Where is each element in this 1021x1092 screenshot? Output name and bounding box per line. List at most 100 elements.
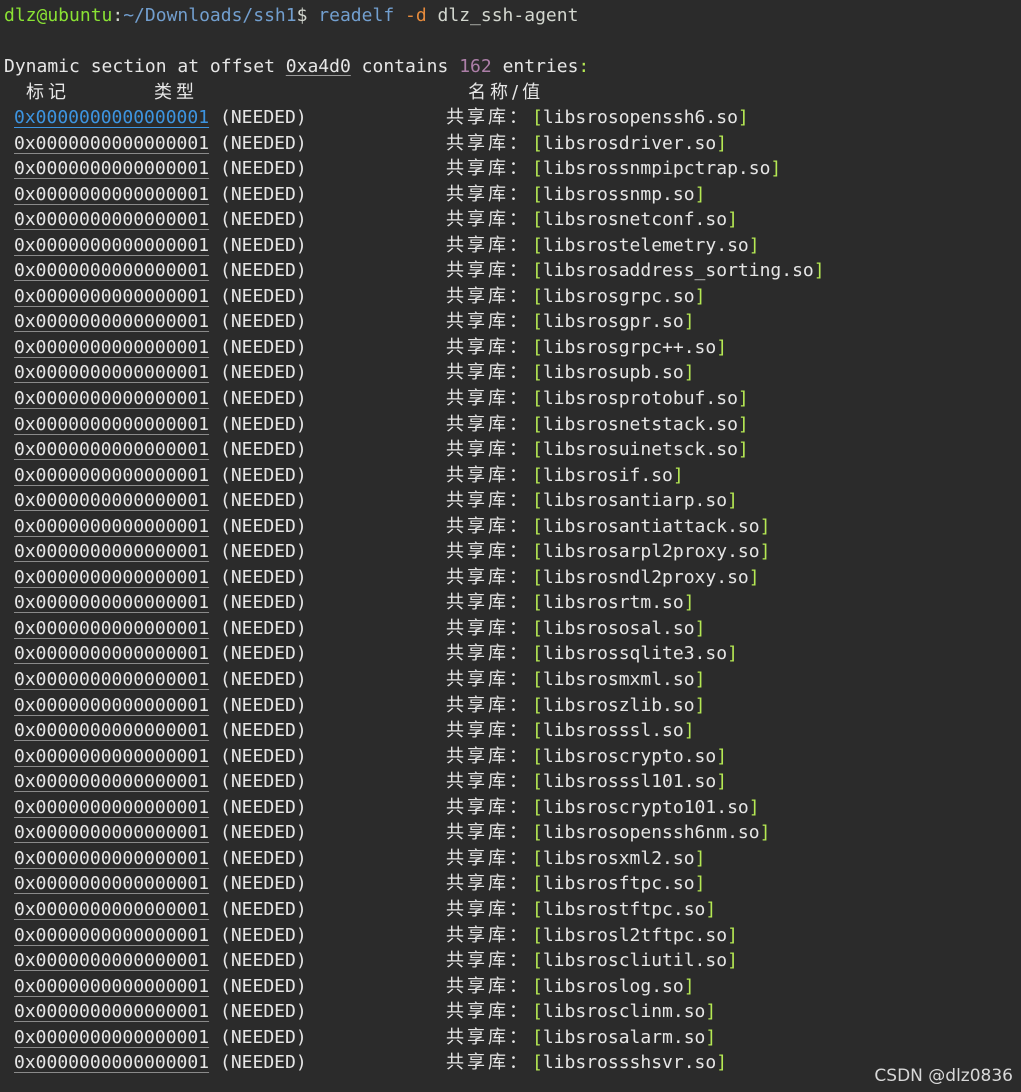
entry-tag-link[interactable]: 0x0000000000000001 bbox=[14, 360, 209, 385]
entry-tag-link[interactable]: 0x0000000000000001 bbox=[14, 1025, 209, 1050]
table-row: 0x0000000000000001 (NEEDED) 共享库： [libsrosif… bbox=[0, 463, 1021, 489]
entry-tag-link[interactable]: 0x0000000000000001 bbox=[14, 539, 209, 564]
entry-type: (NEEDED) bbox=[220, 924, 307, 946]
entry-tag-link[interactable]: 0x0000000000000001 bbox=[14, 667, 209, 692]
library-name: libsroscrypto.so bbox=[542, 745, 717, 767]
entry-value: [libsrosaddress_sorting.so] bbox=[532, 258, 825, 283]
library-name: libsrosuinetsck.so bbox=[542, 439, 738, 461]
bracket-open: [ bbox=[532, 388, 543, 410]
bracket-close: ] bbox=[683, 362, 695, 384]
library-name: libsrosxml2.so bbox=[542, 847, 695, 869]
entry-tag-link[interactable]: 0x0000000000000001 bbox=[14, 182, 209, 207]
library-name: libsrosprotobuf.so bbox=[542, 388, 738, 410]
entry-label: 共享库： bbox=[446, 745, 530, 767]
entry-type: (NEEDED) bbox=[220, 515, 307, 537]
entry-value: [libsrostftpc.so] bbox=[532, 897, 716, 922]
table-row: 0x0000000000000001 (NEEDED) 共享库： [libsrosup… bbox=[0, 360, 1021, 386]
entry-tag-link[interactable]: 0x0000000000000001 bbox=[14, 999, 209, 1024]
entry-type: (NEEDED) bbox=[220, 643, 307, 665]
entry-tag-link[interactable]: 0x0000000000000001 bbox=[14, 1050, 209, 1075]
entry-value: [libsrosopenssh6nm.so] bbox=[532, 820, 770, 845]
entry-tag-link[interactable]: 0x0000000000000001 bbox=[14, 846, 209, 871]
bracket-close: ] bbox=[694, 617, 706, 639]
bracket-open: [ bbox=[532, 158, 543, 180]
entry-tag-link[interactable]: 0x0000000000000001 bbox=[14, 207, 209, 232]
entry-tag-link[interactable]: 0x0000000000000001 bbox=[14, 565, 209, 590]
table-row: 0x0000000000000001 (NEEDED) 共享库： [libsrosxm… bbox=[0, 846, 1021, 872]
bracket-close: ] bbox=[748, 234, 760, 256]
entry-tag-link[interactable]: 0x0000000000000001 bbox=[14, 258, 209, 283]
bracket-open: [ bbox=[532, 464, 543, 486]
library-name: libsroscliutil.so bbox=[542, 950, 728, 972]
library-name: libsroslog.so bbox=[542, 975, 684, 997]
table-row: 0x0000000000000001 (NEEDED) 共享库： [libsrosdr… bbox=[0, 131, 1021, 157]
bracket-close: ] bbox=[737, 107, 749, 128]
bracket-close: ] bbox=[694, 285, 706, 307]
table-row: 0x0000000000000001 (NEEDED) 共享库： [libsrosnd… bbox=[0, 565, 1021, 591]
entry-tag-link[interactable]: 0x0000000000000001 bbox=[14, 233, 209, 258]
entry-tag-link[interactable]: 0x0000000000000001 bbox=[14, 488, 209, 513]
entry-tag-link[interactable]: 0x0000000000000001 bbox=[14, 437, 209, 462]
entry-type: (NEEDED) bbox=[220, 975, 307, 997]
terminal-window[interactable]: dlz@ubuntu:~/Downloads/ssh1$ readelf -d … bbox=[0, 0, 1021, 1092]
library-name: libsrossshsvr.so bbox=[542, 1052, 717, 1074]
library-name: libsrosndl2proxy.so bbox=[542, 566, 749, 588]
entry-tag-link[interactable]: 0x0000000000000001 bbox=[14, 156, 209, 181]
entry-tag-link[interactable]: 0x0000000000000001 bbox=[14, 590, 209, 615]
entry-tag-link[interactable]: 0x0000000000000001 bbox=[14, 309, 209, 334]
entry-tag-link[interactable]: 0x0000000000000001 bbox=[14, 871, 209, 896]
entry-type: (NEEDED) bbox=[220, 311, 307, 333]
library-name: libsrossqlite3.so bbox=[542, 643, 728, 665]
entry-tag-link[interactable]: 0x0000000000000001 bbox=[14, 105, 209, 130]
entry-tag-link[interactable]: 0x0000000000000001 bbox=[14, 463, 209, 488]
entry-tag-link[interactable]: 0x0000000000000001 bbox=[14, 948, 209, 973]
column-header-tag: 标记 bbox=[26, 82, 70, 103]
table-row: 0x0000000000000001 (NEEDED) 共享库： [libsroscr… bbox=[0, 795, 1021, 821]
table-row: 0x0000000000000001 (NEEDED) 共享库： [libsrosss… bbox=[0, 1050, 1021, 1076]
entry-type: (NEEDED) bbox=[220, 413, 307, 435]
entry-tag-link[interactable]: 0x0000000000000001 bbox=[14, 616, 209, 641]
entry-tag-link[interactable]: 0x0000000000000001 bbox=[14, 923, 209, 948]
table-row: 0x0000000000000001 (NEEDED) 共享库： [libsrosop… bbox=[0, 105, 1021, 131]
entry-type: (NEEDED) bbox=[220, 183, 307, 205]
table-row: 0x0000000000000001 (NEEDED) 共享库： [libsrossn… bbox=[0, 156, 1021, 182]
entry-tag-link[interactable]: 0x0000000000000001 bbox=[14, 335, 209, 360]
bracket-close: ] bbox=[813, 260, 825, 282]
entry-tag-link[interactable]: 0x0000000000000001 bbox=[14, 412, 209, 437]
bracket-open: [ bbox=[532, 1026, 543, 1048]
entry-tag-link[interactable]: 0x0000000000000001 bbox=[14, 131, 209, 156]
entry-tag-link[interactable]: 0x0000000000000001 bbox=[14, 718, 209, 743]
entry-type: (NEEDED) bbox=[220, 439, 307, 461]
entry-tag-link[interactable]: 0x0000000000000001 bbox=[14, 693, 209, 718]
entry-tag-link[interactable]: 0x0000000000000001 bbox=[14, 514, 209, 539]
entry-label: 共享库： bbox=[446, 490, 530, 512]
table-row: 0x0000000000000001 (NEEDED) 共享库： [libsrosgr… bbox=[0, 335, 1021, 361]
entry-tag-link[interactable]: 0x0000000000000001 bbox=[14, 820, 209, 845]
entry-tag-link[interactable]: 0x0000000000000001 bbox=[14, 769, 209, 794]
bracket-open: [ bbox=[532, 490, 543, 512]
summary-offset[interactable]: 0xa4d0 bbox=[286, 56, 351, 77]
entry-value: [libsrossshsvr.so] bbox=[532, 1050, 727, 1075]
table-row: 0x0000000000000001 (NEEDED) 共享库： [libsrossq… bbox=[0, 641, 1021, 667]
bracket-open: [ bbox=[532, 643, 543, 665]
bracket-close: ] bbox=[737, 413, 749, 435]
entry-type: (NEEDED) bbox=[220, 107, 307, 128]
entry-label: 共享库： bbox=[446, 260, 530, 282]
entry-label: 共享库： bbox=[446, 617, 530, 639]
entry-tag-link[interactable]: 0x0000000000000001 bbox=[14, 284, 209, 309]
entry-tag-link[interactable]: 0x0000000000000001 bbox=[14, 744, 209, 769]
entry-tag-link[interactable]: 0x0000000000000001 bbox=[14, 897, 209, 922]
entry-tag-link[interactable]: 0x0000000000000001 bbox=[14, 795, 209, 820]
entry-tag-link[interactable]: 0x0000000000000001 bbox=[14, 974, 209, 999]
entry-value: [libsrosrtm.so] bbox=[532, 590, 695, 615]
summary-suffix: entries bbox=[502, 56, 579, 77]
entry-tag-link[interactable]: 0x0000000000000001 bbox=[14, 386, 209, 411]
bracket-open: [ bbox=[532, 720, 543, 742]
entry-tag-link[interactable]: 0x0000000000000001 bbox=[14, 641, 209, 666]
entry-label: 共享库： bbox=[446, 669, 530, 691]
entry-type: (NEEDED) bbox=[220, 898, 307, 920]
bracket-open: [ bbox=[532, 311, 543, 333]
library-name: libsrosrtm.so bbox=[542, 592, 684, 614]
dynamic-entries-list: 0x0000000000000001 (NEEDED) 共享库： [libsrosop… bbox=[0, 105, 1021, 1076]
entry-label: 共享库： bbox=[446, 132, 530, 154]
